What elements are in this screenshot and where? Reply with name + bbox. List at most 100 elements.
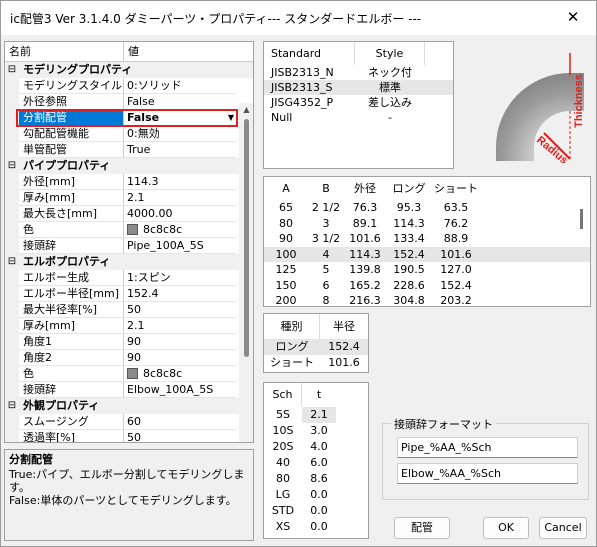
collapse-icon[interactable]: ⊟	[5, 398, 19, 414]
elbow-prefix-field[interactable]: Elbow_%AA_%Sch	[397, 463, 578, 484]
property-value[interactable]: Elbow_100A_5S	[124, 382, 236, 398]
cell: 76.2	[443, 216, 469, 230]
table-row[interactable]: 20S 4.0	[264, 439, 368, 455]
dimension-scroll-thumb[interactable]	[580, 209, 583, 229]
property-row[interactable]: モデリングスタイル 0:ソリッド	[5, 78, 253, 94]
column-header[interactable]: A	[264, 177, 308, 200]
cell: 0.0	[310, 488, 328, 501]
table-row[interactable]: JISB2313_N ネック付	[264, 65, 453, 80]
collapse-icon[interactable]: ⊟	[5, 62, 19, 78]
property-value[interactable]: False	[124, 94, 236, 110]
cell: 20S	[272, 440, 294, 453]
category-modeling[interactable]: ⊟ モデリングプロパティ	[5, 62, 253, 78]
pipe-prefix-field[interactable]: Pipe_%AA_%Sch	[397, 437, 578, 458]
property-value[interactable]: 1:スピン	[124, 270, 236, 286]
column-header[interactable]: ショート	[432, 177, 480, 200]
table-row[interactable]: JISG4352_P 差し込み	[264, 95, 453, 110]
table-header: 種別 半径	[264, 314, 368, 339]
ok-button[interactable]: OK	[483, 517, 529, 539]
table-row[interactable]: 150 6 165.2 228.6 152.4	[264, 278, 590, 294]
table-row[interactable]: ショート 101.6	[264, 355, 368, 371]
property-value[interactable]: 50	[124, 302, 236, 318]
column-header[interactable]: 外径	[344, 177, 386, 200]
property-row[interactable]: エルボー生成 1:スピン	[5, 270, 253, 286]
table-row[interactable]: STD 0.0	[264, 503, 368, 519]
property-value[interactable]: 4000.00	[124, 206, 236, 222]
color-value[interactable]: 8c8c8c	[124, 366, 236, 382]
collapse-icon[interactable]: ⊟	[5, 158, 19, 174]
property-value[interactable]: 114.3	[124, 174, 236, 190]
property-row[interactable]: 接頭辞 Elbow_100A_5S	[5, 382, 253, 398]
property-row[interactable]: スムージング 60	[5, 414, 253, 430]
property-name: 透過率[%]	[19, 430, 124, 442]
table-row[interactable]: 10S 3.0	[264, 423, 368, 439]
radius-label: Radius	[534, 134, 570, 163]
table-row[interactable]: 80 3 89.1 114.3 76.2	[264, 216, 590, 232]
table-row[interactable]: XS 0.0	[264, 519, 368, 535]
table-row[interactable]: 65 2 1/2 76.3 95.3 63.5	[264, 200, 590, 216]
table-row[interactable]: LG 0.0	[264, 487, 368, 503]
column-header[interactable]: Style	[355, 42, 425, 65]
cell: LG	[275, 488, 291, 501]
property-row[interactable]: 透過率[%] 50	[5, 430, 253, 443]
table-row[interactable]: 125 5 139.8 190.5 127.0	[264, 262, 590, 278]
property-value[interactable]: True	[124, 142, 236, 158]
table-row-selected[interactable]: ロング 152.4	[264, 339, 368, 355]
property-row[interactable]: 色 8c8c8c	[5, 222, 253, 238]
close-icon[interactable]: ✕	[550, 1, 596, 33]
dimension-table: A B 外径 ロング ショート 65 2 1/2 76.3 95.3 63.5 80 3 89…	[263, 176, 591, 307]
table-row[interactable]: 200 8 216.3 304.8 203.2	[264, 293, 590, 306]
column-header[interactable]: 種別	[264, 314, 320, 339]
table-row[interactable]: 90 3 1/2 101.6 133.4 88.9	[264, 231, 590, 247]
column-header[interactable]: Sch	[264, 383, 302, 407]
table-row-selected[interactable]: JISB2313_S 標準	[264, 80, 453, 95]
table-row[interactable]: 5S 2.1	[264, 407, 368, 423]
scroll-up-icon[interactable]: ▲	[239, 105, 253, 114]
cancel-button[interactable]: Cancel	[539, 517, 587, 539]
category-pipe[interactable]: ⊟ パイププロパティ	[5, 158, 253, 174]
table-row[interactable]: 80 8.6	[264, 471, 368, 487]
table-row[interactable]: 40 6.0	[264, 455, 368, 471]
cell: 4	[322, 247, 330, 261]
collapse-icon[interactable]: ⊟	[5, 254, 19, 270]
property-row[interactable]: 角度1 90	[5, 334, 253, 350]
property-row[interactable]: 外径参照 False	[5, 94, 253, 110]
property-value[interactable]: 90	[124, 334, 236, 350]
column-header[interactable]: 半径	[320, 314, 368, 339]
property-value[interactable]: 2.1	[124, 190, 236, 206]
property-row[interactable]: 勾配配管機能 0:無効	[5, 126, 253, 142]
property-row[interactable]: 接頭辞 Pipe_100A_5S	[5, 238, 253, 254]
column-header[interactable]: B	[308, 177, 344, 200]
name-column-header[interactable]: 名前	[5, 42, 124, 61]
column-header[interactable]: t	[302, 383, 336, 407]
property-value[interactable]: 2.1	[124, 318, 236, 334]
property-value[interactable]: 90	[124, 350, 236, 366]
property-row[interactable]: 厚み[mm] 2.1	[5, 190, 253, 206]
property-row[interactable]: 外径[mm] 114.3	[5, 174, 253, 190]
color-value[interactable]: 8c8c8c	[124, 222, 236, 238]
piping-button[interactable]: 配管	[394, 517, 450, 539]
scroll-thumb[interactable]	[244, 119, 249, 357]
property-value[interactable]: 0:ソリッド	[124, 78, 236, 94]
property-row[interactable]: 単管配管 True	[5, 142, 253, 158]
table-row-selected[interactable]: 100 4 114.3 152.4 101.6	[264, 246, 590, 262]
property-row[interactable]: 色 8c8c8c	[5, 366, 253, 382]
category-title: エルボプロパティ	[23, 255, 111, 268]
category-elbow[interactable]: ⊟ エルボプロパティ	[5, 254, 253, 270]
property-value[interactable]: 0:無効	[124, 126, 236, 142]
property-row[interactable]: 角度2 90	[5, 350, 253, 366]
property-row[interactable]: 厚み[mm] 2.1	[5, 318, 253, 334]
property-value[interactable]: Pipe_100A_5S	[124, 238, 236, 254]
column-header[interactable]: Standard	[264, 42, 355, 65]
column-header[interactable]: ロング	[386, 177, 432, 200]
property-value[interactable]: 50	[124, 430, 236, 443]
property-row[interactable]: エルボー半径[mm] 152.4	[5, 286, 253, 302]
table-row[interactable]: Null -	[264, 110, 453, 125]
property-value[interactable]: 152.4	[124, 286, 236, 302]
category-appearance[interactable]: ⊟ 外観プロパティ	[5, 398, 253, 414]
grid-scrollbar[interactable]: ▲ ▼	[239, 103, 253, 442]
value-column-header[interactable]: 値	[124, 42, 139, 61]
property-row[interactable]: 最大長さ[mm] 4000.00	[5, 206, 253, 222]
property-value[interactable]: 60	[124, 414, 236, 430]
property-row[interactable]: 最大半径率[%] 50	[5, 302, 253, 318]
